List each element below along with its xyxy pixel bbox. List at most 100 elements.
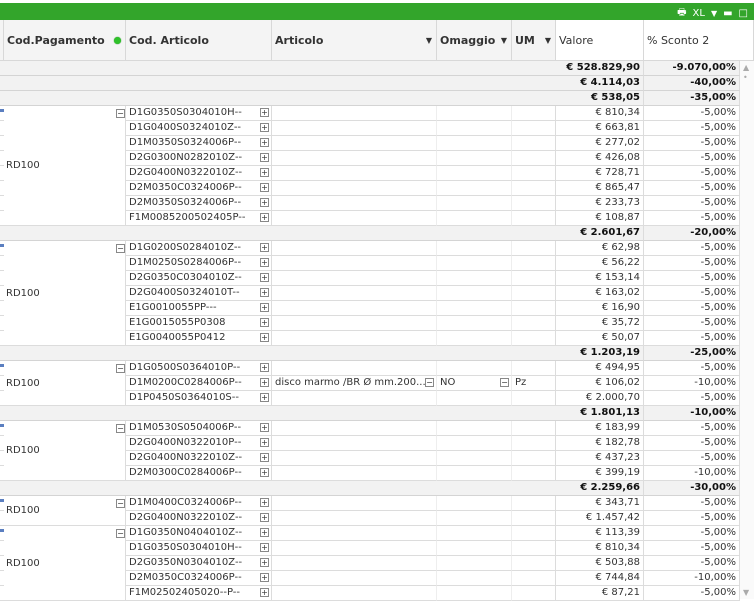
cod-pagamento-cell[interactable]: RD100 −: [4, 106, 126, 226]
expand-icon[interactable]: +: [260, 168, 269, 177]
dropdown-icon[interactable]: ▼: [501, 36, 507, 45]
header-omaggio[interactable]: Omaggio ▼: [437, 20, 512, 61]
valore-cell: € 728,71: [556, 166, 644, 181]
expand-icon[interactable]: +: [260, 363, 269, 372]
cod-articolo: D2G0400S0324010T--: [129, 287, 240, 298]
expand-icon[interactable]: +: [260, 303, 269, 312]
header-articolo[interactable]: Articolo ▼: [272, 20, 437, 61]
cod-articolo-cell[interactable]: D1M0530S0504006P-- +: [126, 421, 272, 436]
cod-articolo-cell[interactable]: D1G0350S0304010H-- +: [126, 541, 272, 556]
collapse-icon[interactable]: −: [116, 244, 125, 253]
expand-icon[interactable]: +: [260, 273, 269, 282]
cod-articolo-cell[interactable]: E1G0015055P0308 +: [126, 316, 272, 331]
minimize-icon[interactable]: ▬: [723, 8, 732, 19]
collapse-icon[interactable]: −: [116, 499, 125, 508]
header-cod-pagamento[interactable]: Cod.Pagamento: [4, 20, 126, 61]
expand-icon[interactable]: +: [260, 153, 269, 162]
header-valore[interactable]: Valore: [556, 20, 644, 61]
cod-articolo-cell[interactable]: D1M0250S0284006P-- +: [126, 256, 272, 271]
header-um[interactable]: UM ▼: [512, 20, 556, 61]
cod-articolo-cell[interactable]: D1G0400S0324010Z-- +: [126, 121, 272, 136]
cod-articolo-cell[interactable]: D1P0450S0364010S-- +: [126, 391, 272, 406]
cod-pagamento-cell[interactable]: RD100 −: [4, 526, 126, 601]
um-cell: [512, 331, 556, 346]
expand-icon[interactable]: +: [260, 468, 269, 477]
cod-articolo-cell[interactable]: D2M0350C0324006P-- +: [126, 181, 272, 196]
cod-articolo-cell[interactable]: E1G0010055PP--- +: [126, 301, 272, 316]
expand-icon[interactable]: +: [260, 198, 269, 207]
expand-icon[interactable]: +: [260, 288, 269, 297]
cod-articolo-cell[interactable]: D2G0400N0322010Z-- +: [126, 511, 272, 526]
cod-articolo-cell[interactable]: D2G0400S0324010T-- +: [126, 286, 272, 301]
cod-articolo-cell[interactable]: D1G0200S0284010Z-- +: [126, 241, 272, 256]
collapse-icon[interactable]: −: [116, 364, 125, 373]
cod-pagamento-cell[interactable]: RD100 −: [4, 421, 126, 481]
expand-icon[interactable]: +: [260, 243, 269, 252]
expand-icon[interactable]: +: [260, 258, 269, 267]
omaggio-cell: [437, 196, 512, 211]
cod-articolo-cell[interactable]: D2M0350S0324006P-- +: [126, 196, 272, 211]
expand-icon[interactable]: +: [260, 438, 269, 447]
cod-articolo-cell[interactable]: D2G0300N0282010Z-- +: [126, 151, 272, 166]
um-cell: [512, 121, 556, 136]
expand-icon[interactable]: +: [260, 423, 269, 432]
cod-pagamento-cell[interactable]: RD100 −: [4, 241, 126, 346]
expand-icon[interactable]: +: [260, 558, 269, 567]
expand-icon[interactable]: +: [260, 378, 269, 387]
cod-articolo-cell[interactable]: D2G0350N0304010Z-- +: [126, 556, 272, 571]
cod-pagamento-cell[interactable]: RD100 −: [4, 496, 126, 526]
cod-articolo-cell[interactable]: D2G0400N0322010P-- +: [126, 436, 272, 451]
scroll-down-icon[interactable]: ▼: [743, 588, 749, 597]
expand-icon[interactable]: +: [260, 573, 269, 582]
header-cod-articolo[interactable]: Cod. Articolo: [126, 20, 272, 61]
expand-icon[interactable]: +: [260, 183, 269, 192]
expand-icon[interactable]: +: [260, 528, 269, 537]
cod-pagamento-cell[interactable]: RD100 −: [4, 361, 126, 406]
expand-icon[interactable]: +: [260, 108, 269, 117]
cod-articolo-cell[interactable]: D1G0350N0404010Z-- +: [126, 526, 272, 541]
vertical-scrollbar[interactable]: ▲ • ▼: [740, 61, 754, 599]
um-cell: [512, 436, 556, 451]
um-cell: [512, 391, 556, 406]
subtotal-spacer: [0, 91, 556, 106]
expand-icon[interactable]: +: [260, 123, 269, 132]
cod-articolo-cell[interactable]: D1M0400C0324006P-- +: [126, 496, 272, 511]
scroll-thumb[interactable]: •: [743, 73, 748, 82]
articolo-cell: [272, 496, 437, 511]
expand-icon[interactable]: +: [260, 498, 269, 507]
cod-articolo-cell[interactable]: D1G0500S0364010P-- +: [126, 361, 272, 376]
caption-menu-icon[interactable]: ▼: [711, 9, 717, 18]
cod-articolo-cell[interactable]: D2M0350C0324006P-- +: [126, 571, 272, 586]
xl-export-button[interactable]: XL: [693, 8, 705, 19]
collapse-icon[interactable]: −: [425, 378, 434, 387]
collapse-icon[interactable]: −: [500, 378, 509, 387]
dropdown-icon[interactable]: ▼: [545, 36, 551, 45]
expand-icon[interactable]: +: [260, 453, 269, 462]
cod-articolo-cell[interactable]: D1G0350S0304010H-- +: [126, 106, 272, 121]
maximize-icon[interactable]: □: [739, 8, 748, 19]
header-sconto[interactable]: % Sconto 2: [644, 20, 754, 61]
cod-articolo-cell[interactable]: D1M0200C0284006P-- +: [126, 376, 272, 391]
expand-icon[interactable]: +: [260, 213, 269, 222]
cod-articolo-cell[interactable]: E1G0040055P0412 +: [126, 331, 272, 346]
dropdown-icon[interactable]: ▼: [426, 36, 432, 45]
cod-articolo-cell[interactable]: D2G0400N0322010Z-- +: [126, 451, 272, 466]
cod-articolo-cell[interactable]: D2G0350C0304010Z-- +: [126, 271, 272, 286]
collapse-icon[interactable]: −: [116, 109, 125, 118]
cod-articolo-cell[interactable]: D2M0300C0284006P-- +: [126, 466, 272, 481]
collapse-icon[interactable]: −: [116, 424, 125, 433]
expand-icon[interactable]: +: [260, 333, 269, 342]
expand-icon[interactable]: +: [260, 138, 269, 147]
valore-cell: € 437,23: [556, 451, 644, 466]
expand-icon[interactable]: +: [260, 513, 269, 522]
scroll-up-icon[interactable]: ▲: [743, 63, 749, 72]
expand-icon[interactable]: +: [260, 393, 269, 402]
cod-articolo-cell[interactable]: F1M0085200502405P-- +: [126, 211, 272, 226]
cod-articolo-cell[interactable]: D2G0400N0322010Z-- +: [126, 166, 272, 181]
articolo-cell: [272, 511, 437, 526]
cod-articolo-cell[interactable]: D1M0350S0324006P-- +: [126, 136, 272, 151]
expand-icon[interactable]: +: [260, 588, 269, 597]
expand-icon[interactable]: +: [260, 543, 269, 552]
expand-icon[interactable]: +: [260, 318, 269, 327]
collapse-icon[interactable]: −: [116, 529, 125, 538]
